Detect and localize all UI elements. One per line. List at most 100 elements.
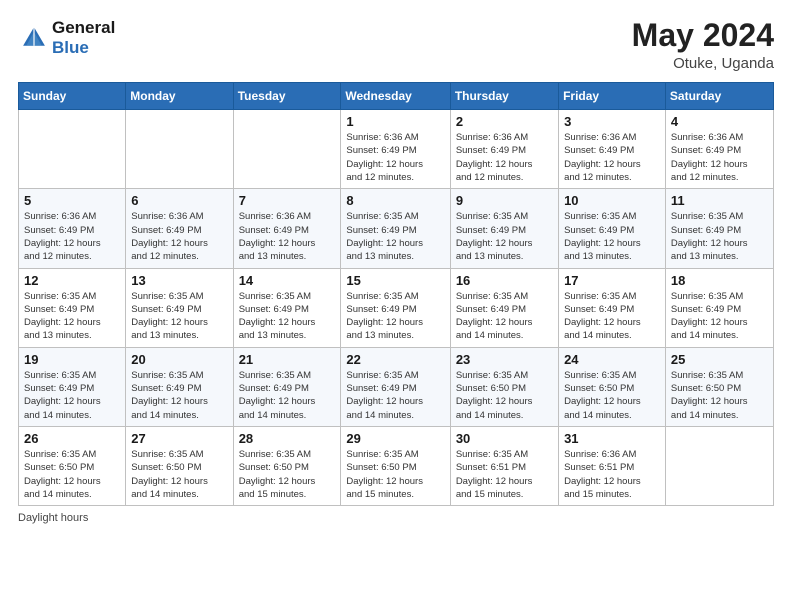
day-number: 4 (671, 114, 768, 129)
day-number: 3 (564, 114, 660, 129)
day-number: 2 (456, 114, 553, 129)
day-info: Sunrise: 6:36 AMSunset: 6:49 PMDaylight:… (239, 210, 336, 263)
day-info: Sunrise: 6:36 AMSunset: 6:49 PMDaylight:… (24, 210, 120, 263)
day-number: 12 (24, 273, 120, 288)
day-number: 28 (239, 431, 336, 446)
day-number: 15 (346, 273, 444, 288)
calendar-cell: 11 Sunrise: 6:35 AMSunset: 6:49 PMDayligh… (665, 189, 773, 268)
col-header-tuesday: Tuesday (233, 83, 341, 110)
day-info: Sunrise: 6:36 AMSunset: 6:49 PMDaylight:… (456, 131, 553, 184)
calendar-cell: 6 Sunrise: 6:36 AMSunset: 6:49 PMDaylight… (126, 189, 233, 268)
calendar-header-row: SundayMondayTuesdayWednesdayThursdayFrid… (19, 83, 774, 110)
location: Otuke, Uganda (632, 55, 774, 72)
day-number: 11 (671, 193, 768, 208)
logo-blue: Blue (52, 38, 89, 57)
day-info: Sunrise: 6:35 AMSunset: 6:50 PMDaylight:… (456, 369, 553, 422)
col-header-friday: Friday (559, 83, 666, 110)
day-number: 20 (131, 352, 227, 367)
col-header-wednesday: Wednesday (341, 83, 450, 110)
month-title: May 2024 (632, 18, 774, 53)
day-number: 9 (456, 193, 553, 208)
calendar-week-4: 19 Sunrise: 6:35 AMSunset: 6:49 PMDayligh… (19, 347, 774, 426)
calendar-cell: 20 Sunrise: 6:35 AMSunset: 6:49 PMDayligh… (126, 347, 233, 426)
calendar-cell: 9 Sunrise: 6:35 AMSunset: 6:49 PMDaylight… (450, 189, 558, 268)
day-number: 10 (564, 193, 660, 208)
day-number: 5 (24, 193, 120, 208)
day-number: 30 (456, 431, 553, 446)
calendar-cell: 7Sunrise: 6:36 AMSunset: 6:49 PMDaylight… (233, 189, 341, 268)
calendar-week-2: 5 Sunrise: 6:36 AMSunset: 6:49 PMDaylight… (19, 189, 774, 268)
calendar-cell: 21Sunrise: 6:35 AMSunset: 6:49 PMDayligh… (233, 347, 341, 426)
day-number: 14 (239, 273, 336, 288)
calendar-cell: 30 Sunrise: 6:35 AMSunset: 6:51 PMDayligh… (450, 426, 558, 505)
logo: General Blue (18, 18, 115, 59)
calendar-cell: 28 Sunrise: 6:35 AMSunset: 6:50 PMDayligh… (233, 426, 341, 505)
day-info: Sunrise: 6:35 AMSunset: 6:50 PMDaylight:… (671, 369, 768, 422)
day-info: Sunrise: 6:35 AMSunset: 6:49 PMDaylight:… (346, 369, 444, 422)
day-number: 27 (131, 431, 227, 446)
day-number: 26 (24, 431, 120, 446)
calendar-cell: 19 Sunrise: 6:35 AMSunset: 6:49 PMDayligh… (19, 347, 126, 426)
day-info: Sunrise: 6:35 AMSunset: 6:49 PMDaylight:… (564, 290, 660, 343)
calendar-cell: 5 Sunrise: 6:36 AMSunset: 6:49 PMDaylight… (19, 189, 126, 268)
day-number: 25 (671, 352, 768, 367)
day-info: Sunrise: 6:35 AMSunset: 6:50 PMDaylight:… (239, 448, 336, 501)
footer: Daylight hours (18, 512, 774, 524)
calendar-cell: 2 Sunrise: 6:36 AMSunset: 6:49 PMDaylight… (450, 110, 558, 189)
calendar-cell: 24Sunrise: 6:35 AMSunset: 6:50 PMDayligh… (559, 347, 666, 426)
calendar-week-1: 1 Sunrise: 6:36 AMSunset: 6:49 PMDaylight… (19, 110, 774, 189)
day-info: Sunrise: 6:36 AMSunset: 6:49 PMDaylight:… (346, 131, 444, 184)
day-number: 22 (346, 352, 444, 367)
day-number: 8 (346, 193, 444, 208)
day-number: 31 (564, 431, 660, 446)
calendar-cell: 22 Sunrise: 6:35 AMSunset: 6:49 PMDayligh… (341, 347, 450, 426)
day-info: Sunrise: 6:35 AMSunset: 6:49 PMDaylight:… (131, 290, 227, 343)
day-info: Sunrise: 6:35 AMSunset: 6:49 PMDaylight:… (24, 369, 120, 422)
calendar-cell: 3 Sunrise: 6:36 AMSunset: 6:49 PMDaylight… (559, 110, 666, 189)
day-info: Sunrise: 6:35 AMSunset: 6:49 PMDaylight:… (671, 210, 768, 263)
day-info: Sunrise: 6:35 AMSunset: 6:49 PMDaylight:… (131, 369, 227, 422)
day-info: Sunrise: 6:35 AMSunset: 6:50 PMDaylight:… (24, 448, 120, 501)
day-info: Sunrise: 6:35 AMSunset: 6:49 PMDaylight:… (239, 290, 336, 343)
day-info: Sunrise: 6:36 AMSunset: 6:49 PMDaylight:… (564, 131, 660, 184)
calendar-cell (19, 110, 126, 189)
day-info: Sunrise: 6:35 AMSunset: 6:49 PMDaylight:… (671, 290, 768, 343)
calendar-cell: 12Sunrise: 6:35 AMSunset: 6:49 PMDayligh… (19, 268, 126, 347)
day-info: Sunrise: 6:35 AMSunset: 6:49 PMDaylight:… (239, 369, 336, 422)
day-info: Sunrise: 6:35 AMSunset: 6:50 PMDaylight:… (131, 448, 227, 501)
daylight-label: Daylight hours (18, 512, 88, 524)
logo-general: General (52, 18, 115, 37)
day-number: 19 (24, 352, 120, 367)
calendar-cell: 15Sunrise: 6:35 AMSunset: 6:49 PMDayligh… (341, 268, 450, 347)
logo-text: General Blue (52, 18, 115, 59)
calendar-cell: 13Sunrise: 6:35 AMSunset: 6:49 PMDayligh… (126, 268, 233, 347)
day-info: Sunrise: 6:36 AMSunset: 6:49 PMDaylight:… (131, 210, 227, 263)
calendar-cell: 10Sunrise: 6:35 AMSunset: 6:49 PMDayligh… (559, 189, 666, 268)
calendar-cell: 16Sunrise: 6:35 AMSunset: 6:49 PMDayligh… (450, 268, 558, 347)
day-info: Sunrise: 6:35 AMSunset: 6:51 PMDaylight:… (456, 448, 553, 501)
day-number: 29 (346, 431, 444, 446)
day-number: 17 (564, 273, 660, 288)
col-header-thursday: Thursday (450, 83, 558, 110)
calendar-cell: 23Sunrise: 6:35 AMSunset: 6:50 PMDayligh… (450, 347, 558, 426)
calendar-cell (233, 110, 341, 189)
day-info: Sunrise: 6:36 AMSunset: 6:51 PMDaylight:… (564, 448, 660, 501)
calendar-cell: 14 Sunrise: 6:35 AMSunset: 6:49 PMDayligh… (233, 268, 341, 347)
col-header-sunday: Sunday (19, 83, 126, 110)
calendar-cell: 1 Sunrise: 6:36 AMSunset: 6:49 PMDaylight… (341, 110, 450, 189)
calendar-week-5: 26 Sunrise: 6:35 AMSunset: 6:50 PMDayligh… (19, 426, 774, 505)
day-info: Sunrise: 6:36 AMSunset: 6:49 PMDaylight:… (671, 131, 768, 184)
day-number: 6 (131, 193, 227, 208)
calendar-cell: 31 Sunrise: 6:36 AMSunset: 6:51 PMDayligh… (559, 426, 666, 505)
day-info: Sunrise: 6:35 AMSunset: 6:49 PMDaylight:… (456, 290, 553, 343)
calendar-cell: 25 Sunrise: 6:35 AMSunset: 6:50 PMDayligh… (665, 347, 773, 426)
day-info: Sunrise: 6:35 AMSunset: 6:49 PMDaylight:… (456, 210, 553, 263)
day-info: Sunrise: 6:35 AMSunset: 6:50 PMDaylight:… (346, 448, 444, 501)
calendar-week-3: 12 Sunrise: 6:35 AMSunset: 6:49 PMDayligh… (19, 268, 774, 347)
calendar-cell: 17 Sunrise: 6:35 AMSunset: 6:49 PMDayligh… (559, 268, 666, 347)
col-header-saturday: Saturday (665, 83, 773, 110)
day-number: 1 (346, 114, 444, 129)
day-info: Sunrise: 6:35 AMSunset: 6:49 PMDaylight:… (346, 210, 444, 263)
calendar-cell: 29 Sunrise: 6:35 AMSunset: 6:50 PMDayligh… (341, 426, 450, 505)
calendar-cell: 26 Sunrise: 6:35 AMSunset: 6:50 PMDayligh… (19, 426, 126, 505)
